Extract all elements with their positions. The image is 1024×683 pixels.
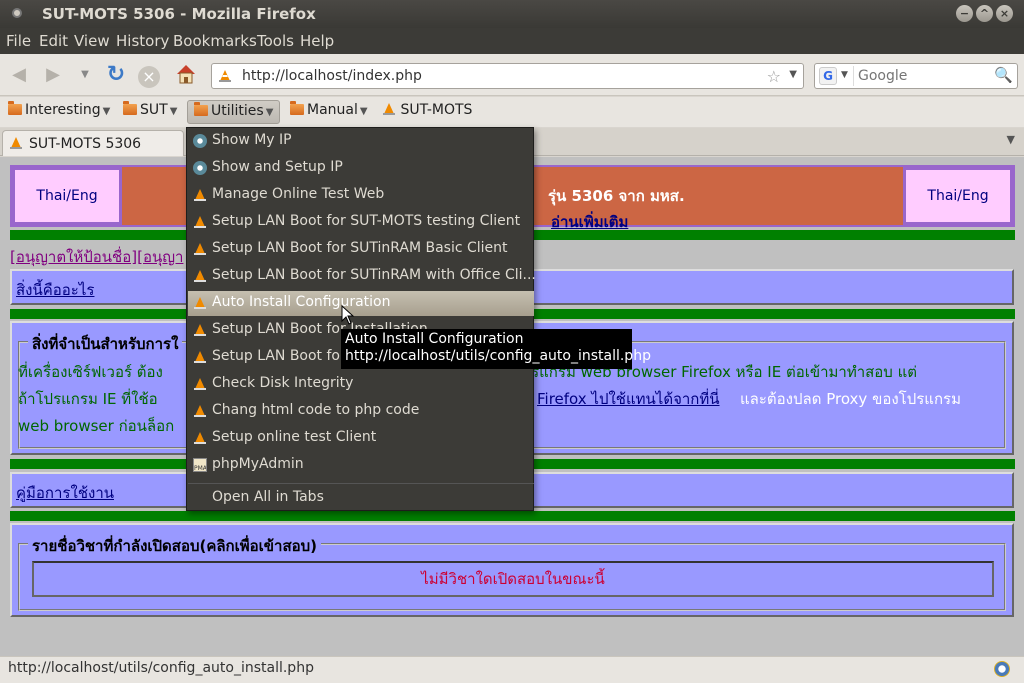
menu-item-open-all-tabs[interactable]: Open All in Tabs xyxy=(188,486,534,511)
folder-icon xyxy=(8,101,22,115)
firefox-download-link[interactable]: Firefox ไปใช้แทนได้จากที่นี่ xyxy=(537,386,720,413)
tooltip: Auto Install Configuration http://localh… xyxy=(341,329,651,369)
stop-icon[interactable]: × xyxy=(138,66,160,88)
status-bar: http://localhost/utils/config_auto_insta… xyxy=(0,656,1024,683)
bookmark-star-icon[interactable]: ☆ xyxy=(767,67,781,86)
title-bar: SUT-MOTS 5306 - Mozilla Firefox − ^ × xyxy=(0,0,1024,28)
no-subjects-message: ไม่มีวิชาใดเปิดสอบในขณะนี้ xyxy=(32,561,994,597)
bookmark-folder-utilities[interactable]: Utilities ▼ xyxy=(187,100,281,124)
reload-icon[interactable]: ↻ xyxy=(103,62,129,88)
tooltip-title: Auto Install Configuration xyxy=(345,331,524,347)
back-arrow-icon[interactable]: ◀ xyxy=(6,62,32,88)
menu-item-lan-boot-sutinram-basic[interactable]: Setup LAN Boot for SUTinRAM Basic Client xyxy=(188,237,534,262)
menu-item-manage-online-test[interactable]: Manage Online Test Web xyxy=(188,183,534,208)
minimize-button[interactable]: − xyxy=(956,5,973,22)
menu-item-auto-install-config[interactable]: Auto Install Configuration xyxy=(188,291,534,316)
vlc-cone-icon xyxy=(194,243,206,255)
folder-icon xyxy=(194,102,208,116)
what-is-this-link[interactable]: สิ่งนี้คืออะไร xyxy=(16,278,94,302)
menu-tools[interactable]: Tools xyxy=(257,32,294,50)
menu-item-lan-boot-sut-mots[interactable]: Setup LAN Boot for SUT-MOTS testing Clie… xyxy=(188,210,534,235)
manual-link[interactable]: คู่มือการใช้งาน xyxy=(16,481,114,505)
vlc-cone-icon xyxy=(194,297,206,309)
menu-help[interactable]: Help xyxy=(300,32,334,50)
search-input[interactable] xyxy=(853,66,993,86)
url-bar[interactable]: http://localhost/index.php ☆ ▼ xyxy=(211,63,804,89)
search-box[interactable]: G ▼ 🔍 xyxy=(814,63,1018,89)
vlc-cone-icon xyxy=(10,137,22,149)
tab-title: SUT-MOTS 5306 xyxy=(29,136,142,152)
gear-icon xyxy=(193,161,207,175)
requirements-title: สิ่งที่จำเป็นสำหรับการใ xyxy=(28,332,183,356)
window-title: SUT-MOTS 5306 - Mozilla Firefox xyxy=(42,5,316,23)
menu-edit[interactable]: Edit xyxy=(39,32,68,50)
vlc-cone-icon xyxy=(194,405,206,417)
bookmark-sut-mots[interactable]: SUT-MOTS xyxy=(376,100,478,124)
navigation-toolbar: ◀ ▶ ▼ ↻ × http://localhost/index.php ☆ ▼… xyxy=(0,54,1024,96)
tab-sut-mots[interactable]: SUT-MOTS 5306 xyxy=(2,130,184,156)
window-menu-icon[interactable] xyxy=(12,8,22,18)
vlc-cone-icon xyxy=(194,324,206,336)
menu-item-lan-boot-sutinram-office[interactable]: Setup LAN Boot for SUTinRAM with Office … xyxy=(188,264,536,289)
menu-file[interactable]: File xyxy=(6,32,31,50)
folder-icon xyxy=(123,101,137,115)
lang-toggle-right[interactable]: Thai/Eng xyxy=(903,167,1013,225)
bookmark-folder-interesting[interactable]: Interesting ▼ xyxy=(2,100,116,124)
list-all-tabs-icon[interactable]: ▼ xyxy=(1007,133,1015,146)
folder-icon xyxy=(290,101,304,115)
menu-item-html-to-php[interactable]: Chang html code to php code xyxy=(188,399,534,424)
security-status-icon[interactable] xyxy=(994,661,1010,677)
menu-item-phpmyadmin[interactable]: PMA phpMyAdmin xyxy=(188,453,534,478)
header-text: รุ่น 5306 จาก มหส. xyxy=(548,187,685,205)
menu-history[interactable]: History xyxy=(116,32,169,50)
vlc-cone-icon xyxy=(219,70,231,82)
vlc-cone-icon xyxy=(383,103,395,115)
url-text: http://localhost/index.php xyxy=(242,68,422,84)
lang-toggle-left[interactable]: Thai/Eng xyxy=(12,167,122,225)
divider xyxy=(10,511,1015,521)
menu-view[interactable]: View xyxy=(74,32,110,50)
close-button[interactable]: × xyxy=(996,5,1013,22)
menu-item-show-setup-ip[interactable]: Show and Setup IP xyxy=(188,156,534,181)
menu-bookmarks[interactable]: Bookmarks xyxy=(173,32,257,50)
maximize-button[interactable]: ^ xyxy=(976,5,993,22)
tooltip-url: http://localhost/utils/config_auto_insta… xyxy=(345,348,651,364)
history-dropdown-icon[interactable]: ▼ xyxy=(72,62,98,88)
bookmark-folder-manual[interactable]: Manual ▼ xyxy=(284,100,374,124)
vlc-cone-icon xyxy=(194,351,206,363)
menu-item-check-disk[interactable]: Check Disk Integrity xyxy=(188,372,534,397)
vlc-cone-icon xyxy=(194,189,206,201)
forward-arrow-icon[interactable]: ▶ xyxy=(40,62,66,88)
menu-bar: File Edit View History Bookmarks Tools H… xyxy=(0,28,1024,54)
vlc-cone-icon xyxy=(194,432,206,444)
vlc-cone-icon xyxy=(194,216,206,228)
home-icon[interactable] xyxy=(173,62,199,88)
vlc-cone-icon xyxy=(194,270,206,282)
bookmarks-toolbar: Interesting ▼ SUT ▼ Utilities ▼ Manual ▼ SUT… xyxy=(0,97,1024,127)
url-dropdown-icon[interactable]: ▼ xyxy=(789,69,797,80)
menu-separator xyxy=(188,483,534,484)
utilities-dropdown-menu: Show My IP Show and Setup IP Manage Onli… xyxy=(186,127,536,511)
subjects-title: รายชื่อวิชาที่กำลังเปิดสอบ(คลิกเพื่อเข้า… xyxy=(28,534,321,558)
pma-icon: PMA xyxy=(193,458,207,472)
search-engine-dropdown-icon[interactable]: ▼ xyxy=(841,70,848,80)
vlc-cone-icon xyxy=(194,378,206,390)
bookmark-folder-sut[interactable]: SUT ▼ xyxy=(117,100,183,124)
permission-links[interactable]: [อนุญาตให้ป้อนชื่อ][อนุญา xyxy=(10,245,183,269)
search-icon[interactable]: 🔍 xyxy=(994,66,1013,84)
google-icon[interactable]: G xyxy=(819,67,837,85)
menu-item-show-my-ip[interactable]: Show My IP xyxy=(188,129,534,154)
status-text: http://localhost/utils/config_auto_insta… xyxy=(8,660,314,676)
menu-item-setup-online-test[interactable]: Setup online test Client xyxy=(188,426,534,451)
cursor-icon xyxy=(341,305,355,325)
gear-icon xyxy=(193,134,207,148)
